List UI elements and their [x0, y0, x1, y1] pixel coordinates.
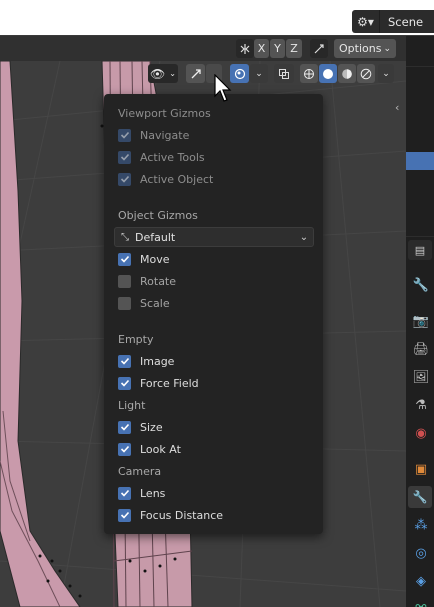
eye-icon: 👁 [150, 66, 166, 81]
gizmos-popover: Viewport Gizmos Navigate Active Tools Ac… [104, 94, 323, 534]
modifier-icon[interactable]: 🔧 [408, 486, 432, 508]
focus-distance-option[interactable]: Focus Distance [118, 507, 223, 523]
xray-icon[interactable] [274, 64, 294, 83]
physics-icon[interactable]: ◎ [412, 544, 430, 562]
axis-z-toggle[interactable]: Z [286, 39, 302, 58]
look-at-option[interactable]: Look At [118, 441, 181, 457]
checkbox[interactable] [118, 354, 131, 368]
active-object-option[interactable]: Active Object [118, 171, 213, 187]
mirror-icon[interactable] [236, 39, 254, 58]
wireframe-shading-icon[interactable] [300, 64, 318, 83]
chevron-down-icon: ⌄ [299, 231, 309, 243]
constraints-icon[interactable]: ◈ [412, 572, 430, 590]
viewport-gizmos-title: Viewport Gizmos [118, 107, 211, 120]
properties-sidebar: ▤ 🔧 📷 🖨 🖼 ⚗ ◉ ▣ 🔧 ⁂ ◎ ◈ ⚯ [406, 36, 434, 607]
image-option[interactable]: Image [118, 353, 174, 369]
output-icon[interactable]: 🖨 [412, 340, 430, 358]
move-label: Move [140, 252, 170, 266]
checkbox[interactable] [118, 486, 131, 500]
object-icon[interactable]: ▣ [412, 460, 430, 478]
material-shading-icon[interactable] [338, 64, 356, 83]
visibility-dropdown[interactable]: 👁 ⌄ [148, 64, 178, 83]
top-bar: ⚙▾ Scene [0, 0, 434, 35]
rotate-option[interactable]: Rotate [118, 273, 176, 289]
active-tools-label: Active Tools [140, 150, 205, 164]
checkbox[interactable] [118, 252, 131, 266]
checkbox[interactable] [118, 150, 131, 164]
empty-title: Empty [118, 333, 154, 346]
scale-label: Scale [140, 296, 170, 310]
force-field-option[interactable]: Force Field [118, 375, 199, 391]
checkbox[interactable] [118, 442, 131, 456]
focus-distance-label: Focus Distance [140, 508, 224, 522]
data-icon[interactable]: ⚯ [412, 598, 430, 607]
options-dropdown[interactable]: Options ⌄ [334, 39, 396, 58]
checkbox[interactable] [118, 296, 131, 310]
chevron-down-icon: ⌄ [169, 69, 176, 78]
orientation-dropdown[interactable]: ⤡ Default ⌄ [114, 227, 314, 247]
chevron-down-icon[interactable]: ⌄ [250, 64, 268, 83]
scene-label: Scene [388, 14, 424, 29]
checkbox[interactable] [118, 274, 131, 288]
navigate-label: Navigate [140, 128, 190, 142]
chevron-down-icon[interactable]: ⌄ [378, 64, 394, 83]
gizmo-toggle-icon[interactable] [186, 64, 205, 83]
move-option[interactable]: Move [118, 251, 170, 267]
orientation-value: Default [135, 230, 176, 244]
size-label: Size [140, 420, 163, 434]
size-option[interactable]: Size [118, 419, 163, 435]
tool-icon[interactable]: 🔧 [412, 276, 430, 294]
snap-icon[interactable] [310, 39, 328, 58]
navigate-option[interactable]: Navigate [118, 127, 189, 143]
orientation-icon: ⤡ [121, 231, 129, 243]
render-icon[interactable]: 📷 [412, 312, 430, 330]
active-tools-option[interactable]: Active Tools [118, 149, 205, 165]
axis-x-toggle[interactable]: X [254, 39, 269, 58]
scene-selector[interactable]: ⚙▾ Scene [352, 10, 434, 33]
mouse-cursor-icon [214, 74, 232, 102]
light-title: Light [118, 399, 146, 412]
rendered-shading-icon[interactable] [357, 64, 375, 83]
options-label: Options [339, 42, 382, 55]
checkbox[interactable] [118, 128, 131, 142]
axis-y-toggle[interactable]: Y [270, 39, 285, 58]
scene-icon: ⚙▾ [352, 10, 380, 33]
particles-icon[interactable]: ⁂ [412, 516, 430, 534]
checkbox[interactable] [118, 420, 131, 434]
checkbox[interactable] [118, 172, 131, 186]
viewport-overlay-header: 👁 ⌄ ⌄ ⌄ ‹ [0, 61, 406, 114]
force-field-label: Force Field [140, 376, 199, 390]
look-at-label: Look At [140, 442, 181, 456]
object-gizmos-title: Object Gizmos [118, 209, 198, 222]
solid-shading-icon[interactable] [319, 64, 337, 83]
collapse-arrow-icon[interactable]: ‹ [395, 101, 399, 114]
checkbox[interactable] [118, 376, 131, 390]
viewport-header: X Y Z Options ⌄ [0, 36, 434, 61]
lens-option[interactable]: Lens [118, 485, 165, 501]
chevron-down-icon: ⌄ [383, 43, 391, 54]
selected-item-highlight [406, 152, 434, 170]
lens-label: Lens [140, 486, 166, 500]
checkbox[interactable] [118, 508, 131, 522]
world-icon[interactable]: ◉ [412, 424, 430, 442]
active-object-label: Active Object [140, 172, 214, 186]
image-label: Image [140, 354, 175, 368]
view-layer-icon[interactable]: 🖼 [412, 368, 430, 386]
scale-option[interactable]: Scale [118, 295, 170, 311]
camera-title: Camera [118, 465, 162, 478]
editor-type-icon[interactable]: ▤ [408, 240, 432, 260]
rotate-label: Rotate [140, 274, 177, 288]
scene-props-icon[interactable]: ⚗ [412, 396, 430, 414]
